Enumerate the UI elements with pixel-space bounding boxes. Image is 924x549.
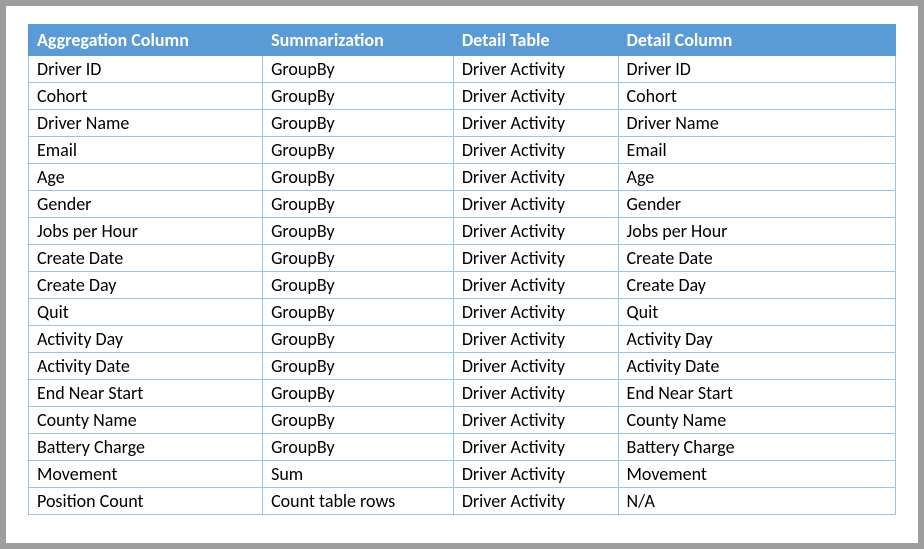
table-body: Driver IDGroupByDriver ActivityDriver ID… xyxy=(29,56,896,515)
cell-detail-table: Driver Activity xyxy=(453,245,618,272)
cell-summarization: GroupBy xyxy=(263,326,454,353)
cell-detail-table: Driver Activity xyxy=(453,299,618,326)
cell-detail-table: Driver Activity xyxy=(453,380,618,407)
cell-detail-table: Driver Activity xyxy=(453,56,618,83)
cell-detail-column: Driver Name xyxy=(618,110,895,137)
cell-aggregation-column: Activity Date xyxy=(29,353,263,380)
table-row: Activity DayGroupByDriver ActivityActivi… xyxy=(29,326,896,353)
cell-summarization: GroupBy xyxy=(263,407,454,434)
cell-aggregation-column: Email xyxy=(29,137,263,164)
cell-summarization: GroupBy xyxy=(263,218,454,245)
table-row: CohortGroupByDriver ActivityCohort xyxy=(29,83,896,110)
table-row: Driver NameGroupByDriver ActivityDriver … xyxy=(29,110,896,137)
table-row: End Near StartGroupByDriver ActivityEnd … xyxy=(29,380,896,407)
cell-summarization: Sum xyxy=(263,461,454,488)
header-detail-table: Detail Table xyxy=(453,25,618,56)
cell-detail-column: Create Date xyxy=(618,245,895,272)
cell-summarization: GroupBy xyxy=(263,137,454,164)
cell-detail-table: Driver Activity xyxy=(453,191,618,218)
cell-detail-column: Age xyxy=(618,164,895,191)
cell-detail-column: Email xyxy=(618,137,895,164)
header-detail-column: Detail Column xyxy=(618,25,895,56)
cell-detail-column: Activity Day xyxy=(618,326,895,353)
cell-detail-table: Driver Activity xyxy=(453,164,618,191)
cell-detail-table: Driver Activity xyxy=(453,434,618,461)
cell-aggregation-column: Create Day xyxy=(29,272,263,299)
header-summarization: Summarization xyxy=(263,25,454,56)
table-row: Battery ChargeGroupByDriver ActivityBatt… xyxy=(29,434,896,461)
cell-aggregation-column: Movement xyxy=(29,461,263,488)
cell-summarization: GroupBy xyxy=(263,191,454,218)
cell-aggregation-column: Driver ID xyxy=(29,56,263,83)
cell-detail-column: Battery Charge xyxy=(618,434,895,461)
table-row: QuitGroupByDriver ActivityQuit xyxy=(29,299,896,326)
table-row: GenderGroupByDriver ActivityGender xyxy=(29,191,896,218)
cell-summarization: GroupBy xyxy=(263,245,454,272)
table-row: Activity DateGroupByDriver ActivityActiv… xyxy=(29,353,896,380)
table-row: Driver IDGroupByDriver ActivityDriver ID xyxy=(29,56,896,83)
cell-detail-table: Driver Activity xyxy=(453,218,618,245)
table-header-row: Aggregation Column Summarization Detail … xyxy=(29,25,896,56)
cell-detail-table: Driver Activity xyxy=(453,83,618,110)
cell-summarization: GroupBy xyxy=(263,164,454,191)
cell-aggregation-column: Driver Name xyxy=(29,110,263,137)
cell-detail-column: Quit xyxy=(618,299,895,326)
cell-summarization: GroupBy xyxy=(263,56,454,83)
table-row: AgeGroupByDriver ActivityAge xyxy=(29,164,896,191)
cell-detail-column: Jobs per Hour xyxy=(618,218,895,245)
cell-aggregation-column: Cohort xyxy=(29,83,263,110)
cell-aggregation-column: Jobs per Hour xyxy=(29,218,263,245)
cell-summarization: GroupBy xyxy=(263,434,454,461)
cell-detail-table: Driver Activity xyxy=(453,110,618,137)
cell-aggregation-column: Gender xyxy=(29,191,263,218)
table-row: Jobs per HourGroupByDriver ActivityJobs … xyxy=(29,218,896,245)
page-container: Aggregation Column Summarization Detail … xyxy=(6,6,918,543)
table-row: Create DateGroupByDriver ActivityCreate … xyxy=(29,245,896,272)
cell-detail-table: Driver Activity xyxy=(453,137,618,164)
cell-summarization: GroupBy xyxy=(263,110,454,137)
cell-detail-column: End Near Start xyxy=(618,380,895,407)
cell-aggregation-column: Battery Charge xyxy=(29,434,263,461)
cell-detail-column: Cohort xyxy=(618,83,895,110)
cell-aggregation-column: Quit xyxy=(29,299,263,326)
cell-summarization: GroupBy xyxy=(263,83,454,110)
cell-detail-column: Activity Date xyxy=(618,353,895,380)
cell-aggregation-column: Activity Day xyxy=(29,326,263,353)
cell-aggregation-column: County Name xyxy=(29,407,263,434)
cell-detail-table: Driver Activity xyxy=(453,326,618,353)
cell-detail-table: Driver Activity xyxy=(453,407,618,434)
cell-summarization: GroupBy xyxy=(263,299,454,326)
cell-summarization: GroupBy xyxy=(263,380,454,407)
cell-summarization: GroupBy xyxy=(263,272,454,299)
cell-detail-column: Gender xyxy=(618,191,895,218)
cell-detail-column: Create Day xyxy=(618,272,895,299)
cell-aggregation-column: Age xyxy=(29,164,263,191)
table-row: MovementSumDriver ActivityMovement xyxy=(29,461,896,488)
cell-detail-table: Driver Activity xyxy=(453,488,618,515)
cell-detail-column: Movement xyxy=(618,461,895,488)
table-row: Create DayGroupByDriver ActivityCreate D… xyxy=(29,272,896,299)
cell-aggregation-column: Position Count xyxy=(29,488,263,515)
table-row: County NameGroupByDriver ActivityCounty … xyxy=(29,407,896,434)
cell-aggregation-column: Create Date xyxy=(29,245,263,272)
cell-detail-table: Driver Activity xyxy=(453,353,618,380)
cell-summarization: Count table rows xyxy=(263,488,454,515)
cell-summarization: GroupBy xyxy=(263,353,454,380)
cell-detail-table: Driver Activity xyxy=(453,461,618,488)
table-row: Position CountCount table rowsDriver Act… xyxy=(29,488,896,515)
aggregation-mapping-table: Aggregation Column Summarization Detail … xyxy=(28,24,896,515)
header-aggregation-column: Aggregation Column xyxy=(29,25,263,56)
cell-detail-table: Driver Activity xyxy=(453,272,618,299)
cell-detail-column: County Name xyxy=(618,407,895,434)
cell-detail-column: N/A xyxy=(618,488,895,515)
cell-aggregation-column: End Near Start xyxy=(29,380,263,407)
cell-detail-column: Driver ID xyxy=(618,56,895,83)
table-row: EmailGroupByDriver ActivityEmail xyxy=(29,137,896,164)
